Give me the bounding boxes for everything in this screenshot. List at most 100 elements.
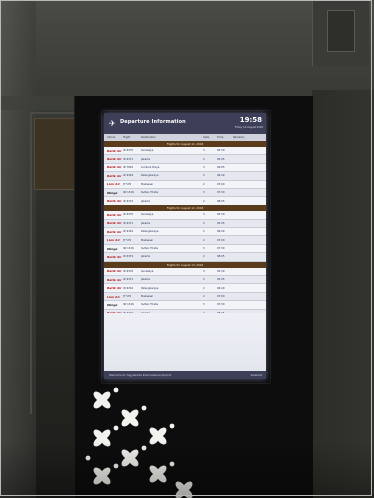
cell-time: 05:45	[217, 157, 225, 161]
cell-airline: Batik Air	[107, 254, 122, 259]
right-pillar	[312, 90, 374, 498]
floor-shadow	[0, 440, 374, 498]
cell-gate: 2	[203, 278, 205, 282]
welcome-text: Welcome to Yogyakarta International Airp…	[109, 373, 172, 377]
flight-section: Flights for August 11, 2018 Batik Air ID 6…	[104, 141, 266, 206]
flight-row: Batik Air ID 6370 Surabaya 3 05:30	[104, 147, 266, 156]
flight-row: Lion Air JT 576 Makassar 2 07:00	[104, 236, 266, 245]
flight-row: Lion Air JT 576 Makassar 2 07:00	[104, 292, 266, 302]
cell-gate: 3	[203, 247, 205, 251]
flight-section: Flights for August 13, 2018 Batik Air ID 6…	[104, 261, 266, 319]
cell-flight: ID 6371	[123, 157, 134, 161]
col-time: Time	[217, 136, 224, 139]
kiosk-photo: ✈ Departure Information 19:58 Friday 10 …	[0, 0, 374, 498]
cell-flight: IW 1316	[123, 191, 134, 195]
wall-electrical-box	[312, 0, 369, 66]
cell-destination: Jakarta	[141, 221, 151, 225]
cell-destination: Jakarta	[141, 157, 151, 161]
flight-row: Batik AirID 6374 Jakarta 2 08:05	[104, 253, 266, 262]
cell-destination: Makassar	[141, 295, 154, 299]
flight-row: Batik Air ID 6316 Palangkaraya 2 06:40	[104, 284, 266, 293]
flight-row: Batik Air ID 6370 Surabaya 3 05:30	[104, 267, 266, 277]
cell-gate: 3	[203, 213, 205, 217]
column-headers: Airline Flight Destination Gate Time Rem…	[104, 134, 266, 141]
col-gate: Gate	[203, 136, 210, 139]
cell-time: 07:00	[217, 295, 225, 299]
cell-destination: Sultan Thaha	[141, 303, 159, 307]
cell-gate: 2	[203, 157, 205, 161]
cell-gate: 2	[203, 238, 205, 242]
cell-time: 06:40	[217, 230, 225, 234]
flight-row: Batik Air ID 6316 Palangkaraya 2 06:40	[104, 228, 266, 237]
cell-airline: Lion Air	[107, 294, 121, 299]
flight-row: Wings IW 1316 Sultan Thaha 3 07:30	[104, 244, 266, 254]
cell-airline: Lion Air	[107, 238, 121, 243]
col-flight: Flight	[123, 136, 131, 139]
cell-airline: Batik Air	[107, 212, 122, 217]
cell-airline: Wings	[107, 246, 118, 251]
cell-time: 07:30	[217, 247, 225, 251]
cell-flight: ID 6316	[123, 230, 134, 234]
cell-flight: ID 6370	[123, 149, 134, 153]
cell-flight: JT 576	[123, 295, 132, 299]
cell-time: 07:30	[217, 191, 225, 195]
wooden-door	[34, 118, 76, 190]
clock-date: Friday 10 August 2018	[234, 126, 263, 129]
flight-row: Batik Air ID 7801 Lombok Praya 3 06:05	[104, 163, 266, 173]
cell-time: 05:30	[217, 269, 225, 273]
cell-time: 05:30	[217, 213, 225, 217]
cell-time: 08:05	[217, 199, 225, 203]
cell-flight: ID 6370	[123, 269, 134, 273]
cell-destination: Surabaya	[141, 149, 154, 153]
cell-flight: ID 6371	[123, 278, 134, 282]
cell-airline: Batik Air	[107, 173, 122, 178]
departure-screen: ✈ Departure Information 19:58 Friday 10 …	[104, 113, 266, 379]
flight-row: Lion Air JT 576 Makassar 2 07:00	[104, 180, 266, 189]
cell-airline: Batik Air	[107, 148, 122, 153]
flight-row: Wings IW 1316 Sultan Thaha 3 07:30	[104, 301, 266, 310]
flight-section: Flights for August 12, 2018 Batik Air ID 6…	[104, 205, 266, 262]
cell-flight: JT 576	[123, 182, 132, 186]
cell-airline: Wings	[107, 190, 118, 195]
flight-row: Batik Air ID 6371 Jakarta 2 05:45	[104, 276, 266, 285]
cell-destination: Jakarta	[141, 255, 151, 259]
flight-row: Wings IW 1316 Sultan Thaha 3 07:30	[104, 188, 266, 198]
cell-gate: 2	[203, 174, 205, 178]
cell-airline: Batik Air	[107, 221, 122, 226]
cell-flight: JT 576	[123, 238, 132, 242]
cell-flight: ID 6316	[123, 286, 134, 290]
cell-destination: Palangkaraya	[141, 174, 159, 178]
cell-flight: ID 6371	[123, 221, 134, 225]
col-destination: Destination	[141, 136, 156, 139]
flight-row: Batik Air ID 6371 Jakarta 2 05:45	[104, 155, 266, 164]
electrical-panel	[327, 10, 355, 52]
cell-airline: Batik Air	[107, 229, 122, 234]
cell-time: 07:00	[217, 238, 225, 242]
flight-row: Batik Air ID 6316 Palangkaraya 2 06:40	[104, 172, 266, 181]
cell-flight: IW 1316	[123, 247, 134, 251]
cell-time: 05:30	[217, 149, 225, 153]
cell-destination: Makassar	[141, 238, 154, 242]
cell-airline: Batik Air	[107, 277, 122, 282]
cell-time: 06:05	[217, 165, 225, 169]
cell-airline: Batik Air	[107, 157, 122, 162]
cell-destination: Sultan Thaha	[141, 247, 159, 251]
cell-airline: Batik Air	[107, 165, 122, 170]
cell-airline: Batik Air	[107, 269, 122, 274]
col-remarks: Remarks	[233, 136, 245, 139]
cell-gate: 2	[203, 221, 205, 225]
cell-gate: 2	[203, 199, 205, 203]
cell-destination: Surabaya	[141, 269, 154, 273]
clock-time: 19:58	[239, 116, 262, 124]
screen-title: Departure Information	[120, 119, 186, 125]
cell-flight: ID 6316	[123, 174, 134, 178]
cell-gate: 3	[203, 191, 205, 195]
cell-gate: 2	[203, 295, 205, 299]
cell-time: 05:45	[217, 221, 225, 225]
cell-airline: Wings	[107, 302, 118, 307]
cell-destination: Makassar	[141, 182, 154, 186]
cell-destination: Jakarta	[141, 278, 151, 282]
cell-gate: 2	[203, 255, 205, 259]
cell-destination: Lombok Praya	[141, 165, 160, 169]
cell-gate: 2	[203, 182, 205, 186]
